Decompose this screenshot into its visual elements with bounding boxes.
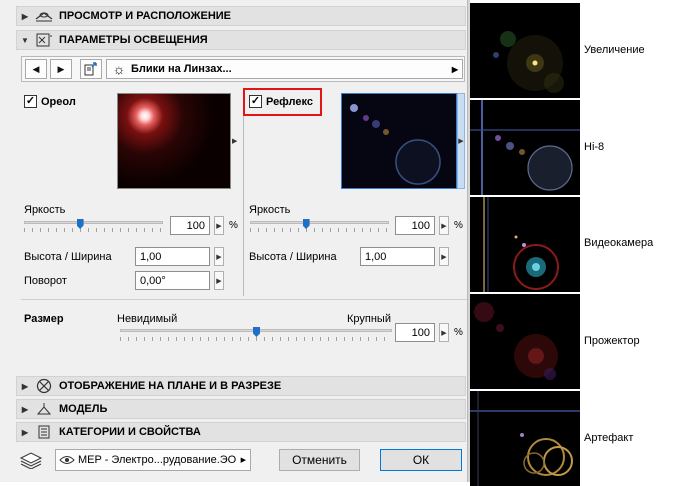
section-lighting-header[interactable]: ▼ ПАРАМЕТРЫ ОСВЕЩЕНИЯ: [16, 30, 466, 50]
chevron-right-icon: ▶: [216, 277, 222, 285]
chevron-right-icon[interactable]: ▶: [17, 405, 33, 414]
halo-brightness-slider[interactable]: [24, 221, 163, 224]
halo-ratio-input[interactable]: 1,00: [135, 247, 210, 266]
preset-toolbar: ◀ ▶ ☼ Блики на Линзах... ▶: [21, 56, 465, 82]
chevron-right-icon[interactable]: ▶: [17, 428, 33, 437]
next-button[interactable]: ▶: [50, 59, 72, 79]
chevron-right-icon: ▶: [216, 222, 222, 230]
halo-brightness-arrow[interactable]: ▶: [214, 216, 224, 235]
reflex-brightness-arrow[interactable]: ▶: [439, 216, 449, 235]
thumbnail-spotlight[interactable]: [470, 294, 580, 389]
prev-button[interactable]: ◀: [25, 59, 47, 79]
section-lighting-title: ПАРАМЕТРЫ ОСВЕЩЕНИЯ: [59, 34, 208, 46]
thumbnail-label: Артефакт: [584, 432, 634, 444]
layer-dropdown[interactable]: MEP - Электро...рудование.ЭО ▶: [55, 449, 251, 471]
reflex-ratio-input[interactable]: 1,00: [360, 247, 435, 266]
size-arrow[interactable]: ▶: [439, 323, 449, 342]
chevron-right-icon[interactable]: ▶: [17, 382, 33, 391]
halo-toggle[interactable]: ✓ Ореол: [24, 95, 76, 108]
size-slider-ticks: [120, 337, 392, 341]
chevron-right-icon: ▶: [451, 64, 458, 74]
percent-sign: %: [229, 220, 238, 231]
halo-rotation-label: Поворот: [24, 275, 67, 287]
chevron-right-icon: ▶: [240, 457, 246, 464]
chevron-down-icon[interactable]: ▼: [17, 36, 33, 45]
thumbnail-zoom[interactable]: [470, 3, 580, 98]
layer-label: MEP - Электро...рудование.ЭО: [78, 454, 237, 466]
list-document-icon: [33, 424, 55, 440]
chevron-right-icon: ▶: [441, 222, 447, 230]
thumbnail-camcorder[interactable]: [470, 197, 580, 292]
chevron-right-icon: ▶: [458, 138, 464, 145]
sun-icon: ☼: [112, 61, 126, 77]
halo-rotation-input[interactable]: 0,00°: [135, 271, 210, 290]
layers-icon: [18, 451, 44, 470]
eye-icon: [56, 455, 78, 465]
section-view-title: ПРОСМОТР И РАСПОЛОЖЕНИЕ: [59, 10, 232, 22]
lamp-settings-dialog: ▶ ПРОСМОТР И РАСПОЛОЖЕНИЕ ▼ ПАРАМЕТРЫ ОС…: [0, 0, 470, 482]
section-categories-title: КАТЕГОРИИ И СВОЙСТВА: [59, 426, 201, 438]
horizontal-divider: [21, 299, 467, 300]
lighting-params-icon: [33, 32, 55, 48]
size-thumb[interactable]: [253, 327, 260, 337]
halo-label: Ореол: [41, 95, 76, 108]
thumbnail-hi8[interactable]: [470, 100, 580, 195]
reflex-preview: [341, 93, 457, 189]
reflex-brightness-slider[interactable]: [250, 221, 389, 224]
size-min-label: Невидимый: [117, 313, 178, 325]
chevron-right-icon[interactable]: ▶: [17, 12, 33, 21]
percent-sign: %: [454, 220, 463, 231]
thumbnail-label: Прожектор: [584, 335, 640, 347]
column-divider: [243, 93, 244, 296]
section-categories-header[interactable]: ▶ КАТЕГОРИИ И СВОЙСТВА: [16, 422, 466, 442]
halo-brightness-input[interactable]: 100: [170, 216, 210, 235]
reflex-label: Рефлекс: [266, 95, 313, 108]
size-input[interactable]: 100: [395, 323, 435, 342]
preset-dropdown[interactable]: ☼ Блики на Линзах... ▶: [106, 59, 463, 79]
circle-cross-icon: [33, 378, 55, 394]
reflex-ratio-arrow[interactable]: ▶: [439, 247, 449, 266]
reflex-brightness-label: Яркость: [249, 204, 291, 216]
load-preset-button[interactable]: [80, 59, 102, 79]
reflex-toggle[interactable]: ✓ Рефлекс: [249, 95, 313, 108]
halo-rotation-arrow[interactable]: ▶: [214, 271, 224, 290]
percent-sign: %: [454, 327, 463, 338]
document-arrow-icon: [84, 62, 97, 76]
size-max-label: Крупный: [347, 313, 391, 325]
chevron-right-icon[interactable]: ▶: [232, 137, 237, 145]
triangle-left-icon: ◀: [32, 63, 40, 74]
view-position-icon: [33, 8, 55, 24]
reflex-brightness-ticks: [250, 228, 389, 232]
section-model-header[interactable]: ▶ МОДЕЛЬ: [16, 399, 466, 419]
section-plan-title: ОТОБРАЖЕНИЕ НА ПЛАНЕ И В РАЗРЕЗЕ: [59, 380, 282, 392]
halo-ratio-label: Высота / Ширина: [24, 251, 112, 263]
triangle-right-icon: ▶: [57, 63, 65, 74]
reflex-checkbox[interactable]: ✓: [249, 95, 262, 108]
section-plan-header[interactable]: ▶ ОТОБРАЖЕНИЕ НА ПЛАНЕ И В РАЗРЕЗЕ: [16, 376, 466, 396]
section-model-title: МОДЕЛЬ: [59, 403, 108, 415]
halo-ratio-arrow[interactable]: ▶: [214, 247, 224, 266]
size-label: Размер: [24, 313, 64, 325]
chevron-right-icon: ▶: [216, 253, 222, 261]
reflex-preview-scroll[interactable]: ▶: [457, 93, 465, 189]
reflex-brightness-input[interactable]: 100: [395, 216, 435, 235]
section-view-header[interactable]: ▶ ПРОСМОТР И РАСПОЛОЖЕНИЕ: [16, 6, 466, 26]
cancel-button[interactable]: Отменить: [279, 449, 360, 471]
thumbnail-artifact[interactable]: [470, 391, 580, 486]
flare-presets-panel: Увеличение Hi-8 Видеокамера Прожектор Ар…: [470, 0, 686, 486]
chevron-right-icon: ▶: [441, 329, 447, 337]
lamp-model-icon: [33, 401, 55, 417]
halo-preview: [117, 93, 231, 189]
halo-brightness-label: Яркость: [24, 204, 66, 216]
halo-checkbox[interactable]: ✓: [24, 95, 37, 108]
preset-label: Блики на Линзах...: [131, 63, 232, 75]
thumbnail-label: Hi-8: [584, 141, 605, 153]
halo-brightness-ticks: [24, 228, 163, 232]
ok-button[interactable]: ОК: [380, 449, 462, 471]
reflex-ratio-label: Высота / Ширина: [249, 251, 337, 263]
thumbnail-label: Увеличение: [584, 44, 645, 56]
thumbnail-label: Видеокамера: [584, 237, 654, 249]
chevron-right-icon: ▶: [441, 253, 447, 261]
